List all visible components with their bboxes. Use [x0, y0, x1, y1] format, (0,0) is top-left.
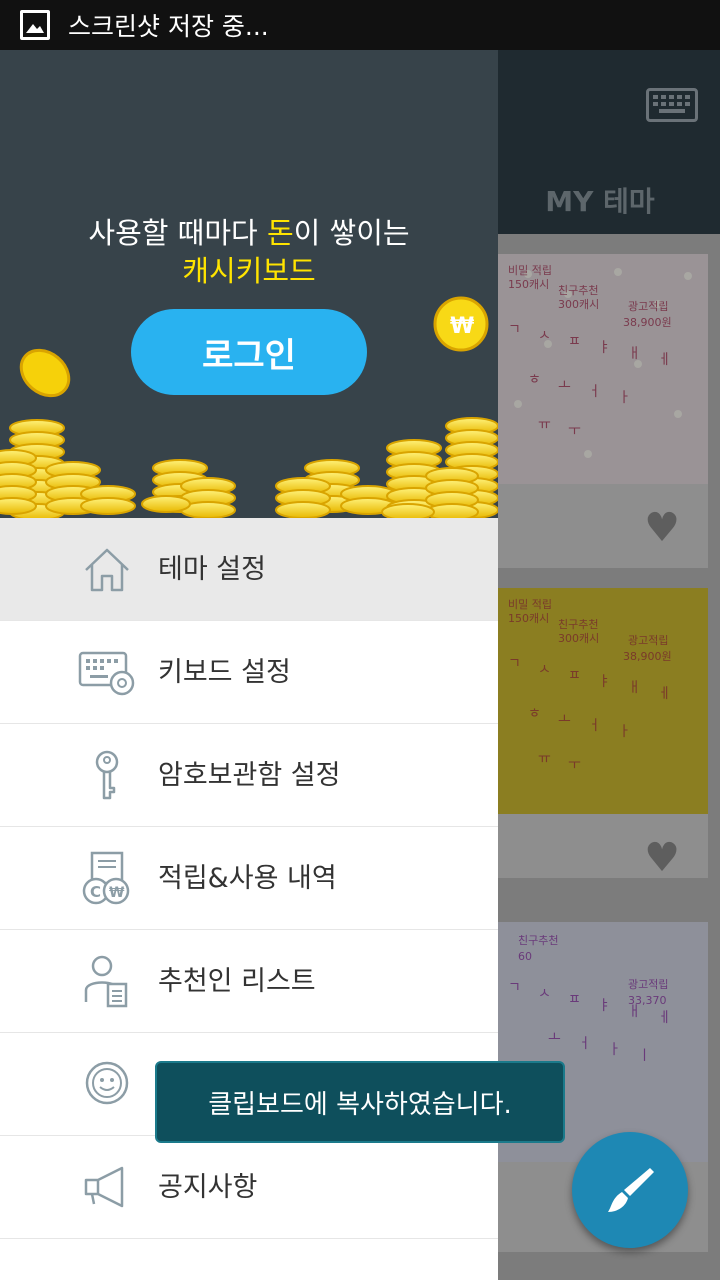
svg-text:광고적립: 광고적립: [628, 300, 668, 313]
promo-line2: 캐시키보드: [182, 254, 316, 288]
svg-text:ㅏ: ㅏ: [608, 1042, 621, 1058]
svg-text:ㅠ: ㅠ: [538, 417, 551, 433]
svg-text:친구추천: 친구추천: [558, 617, 598, 631]
svg-text:300캐시: 300캐시: [558, 298, 599, 311]
svg-text:ㅍ: ㅍ: [568, 668, 581, 684]
svg-text:ㅣ: ㅣ: [638, 1048, 651, 1064]
svg-text:ㅏ: ㅏ: [618, 724, 631, 740]
promo-text: 사용할 때마다 돈이 쌓이는 캐시키보드: [0, 214, 498, 290]
tab-my-theme[interactable]: MY 테마: [500, 180, 700, 220]
megaphone-icon: [84, 1166, 124, 1208]
svg-text:C: C: [90, 883, 101, 901]
svg-text:ㅠ: ㅠ: [538, 751, 551, 767]
menu-item-password-vault-settings[interactable]: 암호보관함 설정: [0, 724, 498, 827]
status-text: 스크린샷 저장 중...: [68, 12, 269, 41]
svg-text:ㅅ: ㅅ: [538, 328, 551, 344]
svg-text:ㅓ: ㅓ: [588, 384, 601, 400]
theme-preview: ㄱ ㅅ ㅍ ㅑ ㅐ ㅔ ㅎ ㅗ ㅓ ㅏ ㅠ ㅜ 비밀 적립 150캐시 친구추천 300캐시 광고…: [488, 254, 708, 484]
svg-text:ㄱ: ㄱ: [508, 656, 521, 672]
svg-text:친구추천: 친구추천: [518, 933, 558, 947]
svg-text:38,900원: 38,900원: [623, 650, 672, 663]
menu-label: 암호보관함 설정: [158, 760, 341, 791]
svg-text:150캐시: 150캐시: [508, 278, 549, 291]
svg-text:비밀 적립: 비밀 적립: [508, 598, 552, 611]
svg-text:광고적립: 광고적립: [628, 978, 668, 991]
toast-message: 클립보드에 복사하였습니다.: [155, 1061, 565, 1143]
svg-text:₩: ₩: [109, 885, 125, 901]
status-bar: 스크린샷 저장 중...: [0, 0, 720, 50]
svg-text:ㅗ: ㅗ: [558, 378, 571, 394]
menu-item-theme-settings[interactable]: 테마 설정: [0, 518, 498, 621]
menu-label: 키보드 설정: [158, 657, 291, 688]
svg-text:ㅔ: ㅔ: [658, 352, 671, 368]
promo-line1-prefix: 사용할 때마다: [88, 216, 267, 250]
svg-text:ㅅ: ㅅ: [538, 662, 551, 678]
svg-text:ㅜ: ㅜ: [568, 757, 581, 773]
menu-label: 공지사항: [158, 1172, 258, 1203]
svg-text:ㅅ: ㅅ: [538, 986, 551, 1002]
home-icon: [85, 548, 129, 592]
svg-text:ㅑ: ㅑ: [598, 998, 611, 1014]
svg-text:ㅑ: ㅑ: [598, 340, 611, 356]
svg-text:비밀 적립: 비밀 적립: [508, 264, 552, 277]
drawer-header: ₩ 사용할 때마다 돈이 쌓이는 캐시키보드 로그인: [0, 50, 498, 518]
person-list-icon: [84, 955, 128, 1008]
svg-text:ㅐ: ㅐ: [628, 680, 641, 696]
svg-text:ㅎ: ㅎ: [528, 706, 541, 722]
svg-text:ㄱ: ㄱ: [508, 322, 521, 338]
image-icon: [20, 10, 50, 40]
svg-text:ㅗ: ㅗ: [558, 712, 571, 728]
svg-text:ㅔ: ㅔ: [658, 686, 671, 702]
menu-item-referrer-list[interactable]: 추천인 리스트: [0, 930, 498, 1033]
coin-receipt-icon: C ₩: [82, 851, 130, 905]
heart-icon[interactable]: ♥: [644, 508, 680, 548]
svg-text:ㅎ: ㅎ: [528, 372, 541, 388]
key-icon: [95, 750, 119, 800]
svg-text:38,900원: 38,900원: [623, 316, 672, 329]
svg-text:ㅐ: ㅐ: [628, 346, 641, 362]
menu-item-notices[interactable]: 공지사항: [0, 1136, 498, 1239]
menu-item-keyboard-settings[interactable]: 키보드 설정: [0, 621, 498, 724]
svg-text:ㅜ: ㅜ: [568, 423, 581, 439]
theme-card[interactable]: ㄱ ㅅ ㅍ ㅑ ㅐ ㅔ ㅎ ㅗ ㅓ ㅏ ㅠ ㅜ 비밀 적립 150캐시 친구추천 300캐시 광고…: [488, 254, 708, 568]
svg-text:₩: ₩: [450, 314, 474, 339]
brush-icon: [608, 1168, 654, 1212]
menu-item-earnings-history[interactable]: C ₩ 적립&사용 내역: [0, 827, 498, 930]
svg-text:친구추천: 친구추천: [558, 283, 598, 297]
keyboard-icon[interactable]: [646, 88, 698, 122]
menu-label: 테마 설정: [158, 554, 266, 585]
promo-line1-suffix: 이 쌓이는: [293, 216, 410, 250]
svg-text:150캐시: 150캐시: [508, 612, 549, 625]
svg-text:ㄱ: ㄱ: [508, 980, 521, 996]
svg-text:ㅍ: ㅍ: [568, 334, 581, 350]
heart-icon[interactable]: ♥: [644, 838, 680, 878]
svg-text:ㅔ: ㅔ: [658, 1010, 671, 1026]
keyboard-settings-icon: [78, 651, 135, 696]
svg-text:ㅓ: ㅓ: [588, 718, 601, 734]
promo-line1-highlight: 돈: [266, 216, 294, 250]
paint-brush-button[interactable]: [572, 1132, 688, 1248]
svg-text:300캐시: 300캐시: [558, 632, 599, 645]
svg-text:광고적립: 광고적립: [628, 634, 668, 647]
svg-text:ㅓ: ㅓ: [578, 1036, 591, 1052]
menu-label: 추천인 리스트: [158, 966, 316, 997]
login-button[interactable]: 로그인: [131, 309, 367, 395]
svg-text:ㅗ: ㅗ: [548, 1030, 561, 1046]
svg-text:60: 60: [518, 950, 532, 963]
smiley-icon: [85, 1061, 129, 1105]
theme-card[interactable]: ㄱ ㅅ ㅍ ㅑ ㅐ ㅔ ㅎ ㅗ ㅓ ㅏ ㅠ ㅜ 비밀 적립 150캐시 친구추천 300캐시 광고…: [488, 588, 708, 878]
svg-text:ㅏ: ㅏ: [618, 390, 631, 406]
svg-text:33,370: 33,370: [628, 994, 667, 1007]
svg-text:ㅍ: ㅍ: [568, 992, 581, 1008]
theme-preview: ㄱ ㅅ ㅍ ㅑ ㅐ ㅔ ㅎ ㅗ ㅓ ㅏ ㅠ ㅜ 비밀 적립 150캐시 친구추천 300캐시 광고…: [488, 588, 708, 814]
menu-label: 적립&사용 내역: [158, 863, 337, 894]
svg-text:ㅑ: ㅑ: [598, 674, 611, 690]
